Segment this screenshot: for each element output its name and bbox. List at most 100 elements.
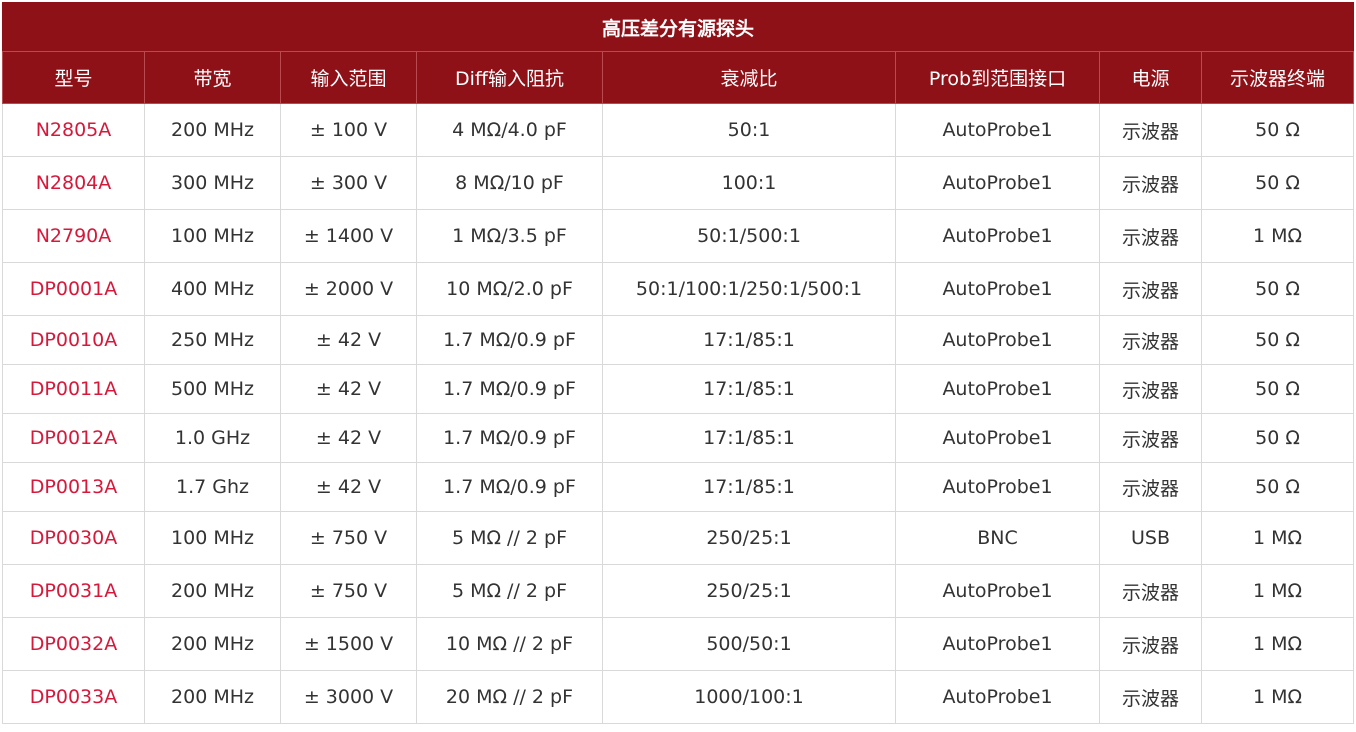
model-cell[interactable]: DP0032A bbox=[2, 617, 145, 671]
input-range-cell: ± 42 V bbox=[280, 315, 417, 365]
scope-termination-cell: 1 MΩ bbox=[1200, 564, 1355, 618]
table-row: DP0033A 200 MHz ± 3000 V 20 MΩ // 2 pF 1000/… bbox=[2, 670, 1355, 724]
power-cell: 示波器 bbox=[1099, 156, 1202, 210]
model-cell[interactable]: N2805A bbox=[2, 103, 145, 157]
table-row: DP0011A 500 MHz ± 42 V 1.7 MΩ/0.9 pF 17:1/85… bbox=[2, 364, 1355, 414]
table-title: 高压差分有源探头 bbox=[1, 2, 1355, 52]
model-cell[interactable]: DP0001A bbox=[2, 262, 145, 316]
column-header-power: 电源 bbox=[1099, 51, 1202, 104]
probe-interface-cell: AutoProbe1 bbox=[895, 617, 1100, 671]
scope-termination-cell: 1 MΩ bbox=[1200, 617, 1355, 671]
column-header-model: 型号 bbox=[2, 51, 145, 104]
model-cell[interactable]: DP0031A bbox=[2, 564, 145, 618]
input-range-cell: ± 1500 V bbox=[280, 617, 417, 671]
table-body: N2805A 200 MHz ± 100 V4 MΩ/4.0 pF 50:1 AutoP… bbox=[2, 103, 1355, 724]
probe-interface-cell: AutoProbe1 bbox=[895, 103, 1100, 157]
scope-termination-cell: 50 Ω bbox=[1200, 315, 1355, 365]
model-cell[interactable]: DP0012A bbox=[2, 413, 145, 463]
attenuation-cell: 100:1 bbox=[602, 156, 896, 210]
input-range-cell: ± 3000 V bbox=[280, 670, 417, 724]
column-header-bandwidth: 带宽 bbox=[144, 51, 281, 104]
power-cell: 示波器 bbox=[1099, 670, 1202, 724]
input-range-cell: ± 1400 V bbox=[280, 209, 417, 263]
column-header-scope-termination: 示波器终端 bbox=[1200, 51, 1355, 104]
input-range-cell: ± 2000 V bbox=[280, 262, 417, 316]
diff-impedance-cell: 10 MΩ // 2 pF bbox=[416, 617, 603, 671]
bandwidth-cell: 300 MHz bbox=[144, 156, 281, 210]
scope-termination-cell: 1 MΩ bbox=[1200, 209, 1355, 263]
model-cell[interactable]: DP0013A bbox=[2, 462, 145, 512]
model-cell[interactable]: N2804A bbox=[2, 156, 145, 210]
input-range-cell: ± 42 V bbox=[280, 413, 417, 463]
table-row: N2805A 200 MHz ± 100 V4 MΩ/4.0 pF 50:1 AutoP… bbox=[2, 103, 1355, 157]
scope-termination-cell: 1 MΩ bbox=[1200, 670, 1355, 724]
scope-termination-cell: 50 Ω bbox=[1200, 103, 1355, 157]
power-cell: 示波器 bbox=[1099, 564, 1202, 618]
diff-impedance-cell: 5 MΩ // 2 pF bbox=[416, 564, 603, 618]
model-cell[interactable]: DP0010A bbox=[2, 315, 145, 365]
power-cell: 示波器 bbox=[1099, 262, 1202, 316]
power-cell: 示波器 bbox=[1099, 364, 1202, 414]
attenuation-cell: 250/25:1 bbox=[602, 564, 896, 618]
probe-interface-cell: AutoProbe1 bbox=[895, 564, 1100, 618]
diff-impedance-cell: 1.7 MΩ/0.9 pF bbox=[416, 364, 603, 414]
diff-impedance-cell: 1.7 MΩ/0.9 pF bbox=[416, 315, 603, 365]
bandwidth-cell: 200 MHz bbox=[144, 103, 281, 157]
attenuation-cell: 17:1/85:1 bbox=[602, 462, 896, 512]
attenuation-cell: 50:1 bbox=[602, 103, 896, 157]
model-cell[interactable]: DP0030A bbox=[2, 511, 145, 565]
probe-interface-cell: BNC bbox=[895, 511, 1100, 565]
power-cell: 示波器 bbox=[1099, 103, 1202, 157]
column-header-input-range: 输入范围 bbox=[280, 51, 417, 104]
power-cell: 示波器 bbox=[1099, 617, 1202, 671]
bandwidth-cell: 500 MHz bbox=[144, 364, 281, 414]
probe-interface-cell: AutoProbe1 bbox=[895, 209, 1100, 263]
input-range-cell: ± 750 V bbox=[280, 511, 417, 565]
diff-impedance-cell: 1.7 MΩ/0.9 pF bbox=[416, 413, 603, 463]
table-row: DP0032A 200 MHz ± 1500 V 10 MΩ // 2 pF 500/5… bbox=[2, 617, 1355, 671]
scope-termination-cell: 1 MΩ bbox=[1200, 511, 1355, 565]
scope-termination-cell: 50 Ω bbox=[1200, 262, 1355, 316]
table-row: DP0013A 1.7 Ghz ± 42 V 1.7 MΩ/0.9 pF 17:1/85… bbox=[2, 462, 1355, 512]
probe-interface-cell: AutoProbe1 bbox=[895, 413, 1100, 463]
diff-impedance-cell: 1 MΩ/3.5 pF bbox=[416, 209, 603, 263]
model-cell[interactable]: N2790A bbox=[2, 209, 145, 263]
probe-interface-cell: AutoProbe1 bbox=[895, 156, 1100, 210]
power-cell: 示波器 bbox=[1099, 209, 1202, 263]
attenuation-cell: 50:1/500:1 bbox=[602, 209, 896, 263]
power-cell: 示波器 bbox=[1099, 413, 1202, 463]
probe-interface-cell: AutoProbe1 bbox=[895, 262, 1100, 316]
attenuation-cell: 17:1/85:1 bbox=[602, 364, 896, 414]
bandwidth-cell: 200 MHz bbox=[144, 564, 281, 618]
table-row: N2790A 100 MHz ± 1400 V1 MΩ/3.5 pF 50:1/500… bbox=[2, 209, 1355, 263]
scope-termination-cell: 50 Ω bbox=[1200, 413, 1355, 463]
bandwidth-cell: 100 MHz bbox=[144, 511, 281, 565]
diff-impedance-cell: 8 MΩ/10 pF bbox=[416, 156, 603, 210]
column-header-probe-interface: Prob到范围接口 bbox=[895, 51, 1100, 104]
probe-interface-cell: AutoProbe1 bbox=[895, 462, 1100, 512]
bandwidth-cell: 250 MHz bbox=[144, 315, 281, 365]
bandwidth-cell: 100 MHz bbox=[144, 209, 281, 263]
column-header-attenuation: 衰减比 bbox=[602, 51, 896, 104]
table-header-row: 型号 带宽 输入范围 Diff输入阻抗 衰减比 Prob到范围接口 电源 示波器… bbox=[2, 51, 1355, 104]
input-range-cell: ± 750 V bbox=[280, 564, 417, 618]
attenuation-cell: 500/50:1 bbox=[602, 617, 896, 671]
bandwidth-cell: 1.7 Ghz bbox=[144, 462, 281, 512]
column-header-diff-impedance: Diff输入阻抗 bbox=[416, 51, 603, 104]
diff-impedance-cell: 1.7 MΩ/0.9 pF bbox=[416, 462, 603, 512]
input-range-cell: ± 42 V bbox=[280, 462, 417, 512]
scope-termination-cell: 50 Ω bbox=[1200, 462, 1355, 512]
diff-impedance-cell: 4 MΩ/4.0 pF bbox=[416, 103, 603, 157]
table-row: DP0030A 100 MHz ± 750 V5 MΩ // 2 pF 250/25:… bbox=[2, 511, 1355, 565]
model-cell[interactable]: DP0011A bbox=[2, 364, 145, 414]
attenuation-cell: 1000/100:1 bbox=[602, 670, 896, 724]
input-range-cell: ± 300 V bbox=[280, 156, 417, 210]
input-range-cell: ± 42 V bbox=[280, 364, 417, 414]
attenuation-cell: 50:1/100:1/250:1/500:1 bbox=[602, 262, 896, 316]
probe-interface-cell: AutoProbe1 bbox=[895, 315, 1100, 365]
attenuation-cell: 250/25:1 bbox=[602, 511, 896, 565]
bandwidth-cell: 200 MHz bbox=[144, 617, 281, 671]
model-cell[interactable]: DP0033A bbox=[2, 670, 145, 724]
bandwidth-cell: 200 MHz bbox=[144, 670, 281, 724]
probe-interface-cell: AutoProbe1 bbox=[895, 670, 1100, 724]
